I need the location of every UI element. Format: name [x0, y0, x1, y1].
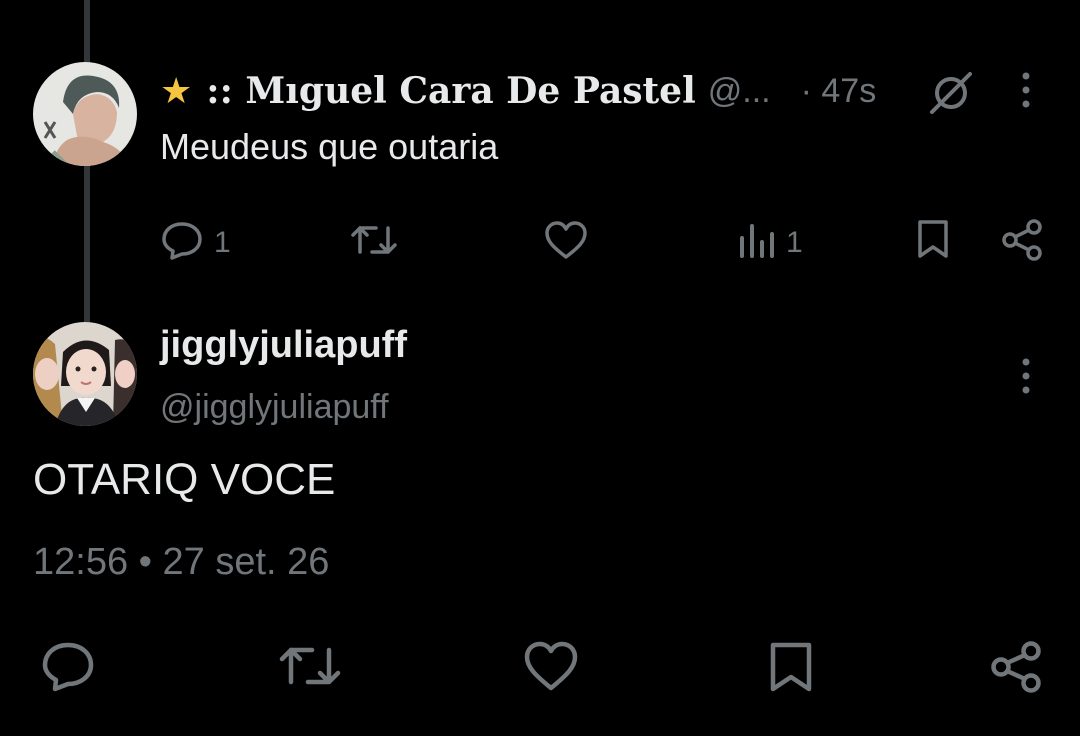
- bookmark-icon: [914, 218, 952, 265]
- like-button[interactable]: [522, 640, 580, 697]
- more-icon[interactable]: [1020, 356, 1032, 396]
- more-icon[interactable]: [1020, 70, 1032, 110]
- views-count: 1: [786, 225, 803, 259]
- views-button[interactable]: 1: [738, 220, 803, 265]
- post-time[interactable]: · 47s: [801, 72, 877, 111]
- reply-count: 1: [214, 225, 231, 259]
- retweet-button[interactable]: [350, 220, 398, 265]
- bookmark-icon: [766, 640, 816, 699]
- handle[interactable]: @jigglyjuliapuff: [160, 388, 389, 427]
- avatar[interactable]: [33, 322, 137, 426]
- bookmark-button[interactable]: [766, 640, 816, 699]
- reply-button[interactable]: 1: [160, 220, 231, 265]
- retweet-icon: [350, 220, 398, 265]
- reply-header: ★ :: Mıguel Cara De Pastel @... · 47s: [160, 66, 876, 116]
- like-button[interactable]: [543, 220, 589, 265]
- handle[interactable]: @...: [708, 72, 771, 111]
- views-icon: [738, 220, 776, 265]
- reply-button[interactable]: [40, 640, 96, 697]
- reply-icon: [160, 220, 204, 265]
- reply-text: Meudeus que outaria: [160, 126, 499, 167]
- tweet-text: OTARIQ VOCE: [33, 455, 336, 504]
- share-icon: [1000, 218, 1044, 267]
- avatar[interactable]: [33, 62, 137, 166]
- retweet-button[interactable]: [278, 640, 342, 697]
- muted-icon[interactable]: [928, 70, 974, 116]
- like-icon: [543, 220, 589, 265]
- display-name[interactable]: :: Mıguel Cara De Pastel: [206, 70, 695, 112]
- bookmark-button[interactable]: [914, 218, 952, 265]
- display-name[interactable]: jigglyjuliapuff: [160, 324, 407, 367]
- timestamp[interactable]: 12:56 • 27 set. 26: [33, 541, 329, 584]
- share-button[interactable]: [988, 640, 1044, 699]
- like-icon: [522, 640, 580, 697]
- share-icon: [988, 640, 1044, 699]
- star-icon: ★: [160, 70, 193, 111]
- share-button[interactable]: [1000, 218, 1044, 267]
- retweet-icon: [278, 640, 342, 697]
- reply-icon: [40, 640, 96, 697]
